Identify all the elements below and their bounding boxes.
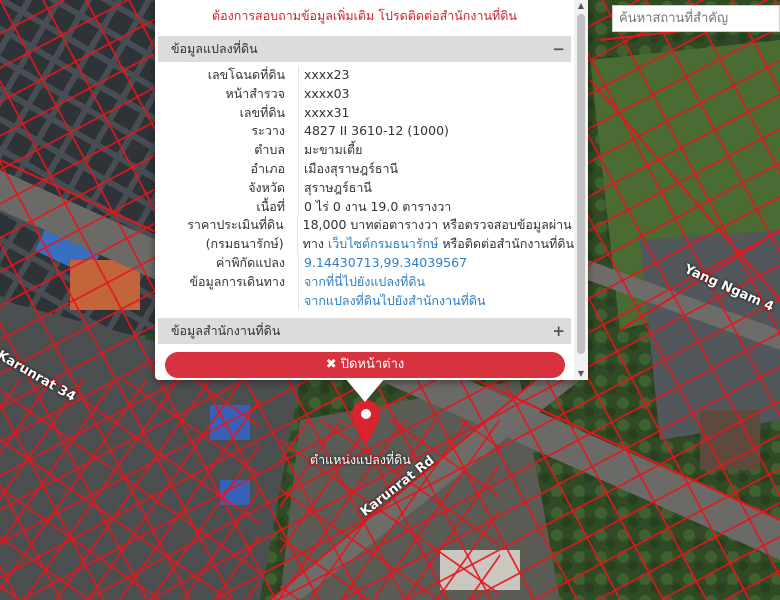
parcel-details: เลขโฉนดที่ดิน xxxx23 หน้าสำรวจ xxxx03 เลขท… [155,66,574,311]
land-no-value: xxxx31 [298,103,574,123]
detail-row-province: จังหวัด สุราษฎร์ธานี [155,178,574,198]
price-value-suffix: หรือติดต่อสำนักงานที่ดิน [438,236,574,252]
collapse-icon[interactable]: − [552,36,565,62]
detail-row-survey: หน้าสำรวจ xxxx03 [155,84,574,104]
subdistrict-label: ตำบล [254,142,285,158]
subdistrict-value: มะขามเตี้ย [298,141,574,160]
detail-row-land-no: เลขที่ดิน xxxx31 [155,103,574,123]
district-value: เมืองสุราษฎร์ธานี [298,159,574,179]
directions-to-parcel-link[interactable]: จากที่นี่ไปยังแปลงที่ดิน [304,274,425,289]
detail-row-deed: เลขโฉนดที่ดิน xxxx23 [155,66,574,85]
detail-row-sheet: ระวาง 4827 II 3610-12 (1000) [155,122,574,142]
area-value: 0 ไร่ 0 งาน 19.0 ตารางวา [298,197,574,217]
district-label: อำเภอ [250,160,285,176]
price-label: ราคาประเมินที่ดิน (กรมธนารักษ์) [155,216,297,254]
parcel-info-popup: ต้องการสอบถามข้อมูลเพิ่มเติม โปรดติดต่อส… [155,0,588,380]
travel-links: จากที่นี่ไปยังแปลงที่ดิน จากแปลงที่ดินไป… [298,272,574,311]
province-label: จังหวัด [248,179,285,195]
pin-label: ตำแหน่งแปลงที่ดิน [310,452,411,467]
coords-link[interactable]: 9.14430713,99.34039567 [304,255,467,270]
survey-label: หน้าสำรวจ [225,85,285,101]
travel-label: ข้อมูลการเดินทาง [189,273,285,289]
expand-icon[interactable]: + [552,318,565,344]
search-input[interactable] [613,6,779,31]
scroll-down-arrow-icon[interactable]: ▼ [574,368,588,380]
detail-row-price: ราคาประเมินที่ดิน (กรมธนารักษ์) 18,000 บา… [155,216,574,254]
scroll-thumb[interactable] [577,14,585,354]
popup-pointer [345,378,385,402]
detail-row-travel: ข้อมูลการเดินทาง จากที่นี่ไปยังแปลงที่ดิ… [155,272,574,311]
treasury-website-link[interactable]: เว็บไซต์กรมธนารักษ์ [328,236,438,251]
sheet-label: ระวาง [251,123,285,139]
price-value: 18,000 บาทต่อตารางวา หรือตรวจสอบข้อมูลผ่… [296,216,574,254]
directions-to-office-link[interactable]: จากแปลงที่ดินไปยังสำนักงานที่ดิน [304,293,486,308]
close-window-button[interactable]: ✖ ปิดหน้าต่าง [165,352,565,378]
survey-value: xxxx03 [298,84,574,104]
province-value: สุราษฎร์ธานี [298,178,574,198]
area-label: เนื้อที่ [256,198,285,214]
price-value-line1: 18,000 บาทต่อตารางวา หรือตรวจสอบข้อมูลผ่… [302,217,572,233]
detail-row-subdistrict: ตำบล มะขามเตี้ย [155,141,574,160]
popup-scrollbar[interactable]: ▲ ▼ [574,0,588,380]
deed-label: เลขโฉนดที่ดิน [207,67,285,82]
place-search[interactable] [612,5,780,32]
detail-row-area: เนื้อที่ 0 ไร่ 0 งาน 19.0 ตารางวา [155,197,574,217]
office-section-title: ข้อมูลสำนักงานที่ดิน [171,323,281,339]
detail-row-district: อำเภอ เมืองสุราษฎร์ธานี [155,159,574,179]
coords-label: ค่าพิกัดแปลง [215,254,285,270]
price-value-prefix: ทาง [302,236,328,252]
scroll-up-arrow-icon[interactable]: ▲ [574,0,588,12]
contact-notice: ต้องการสอบถามข้อมูลเพิ่มเติม โปรดติดต่อส… [212,8,517,23]
price-label-line1: ราคาประเมินที่ดิน [187,217,284,233]
sheet-value: 4827 II 3610-12 (1000) [298,122,574,142]
deed-value: xxxx23 [298,66,574,85]
detail-row-coords: ค่าพิกัดแปลง 9.14430713,99.34039567 [155,253,574,273]
price-label-line2: (กรมธนารักษ์) [205,236,284,252]
parcel-section-header[interactable]: ข้อมูลแปลงที่ดิน − [158,36,571,62]
land-no-label: เลขที่ดิน [239,104,285,120]
office-section-header[interactable]: ข้อมูลสำนักงานที่ดิน + [158,318,571,345]
parcel-section-title: ข้อมูลแปลงที่ดิน [171,41,258,56]
